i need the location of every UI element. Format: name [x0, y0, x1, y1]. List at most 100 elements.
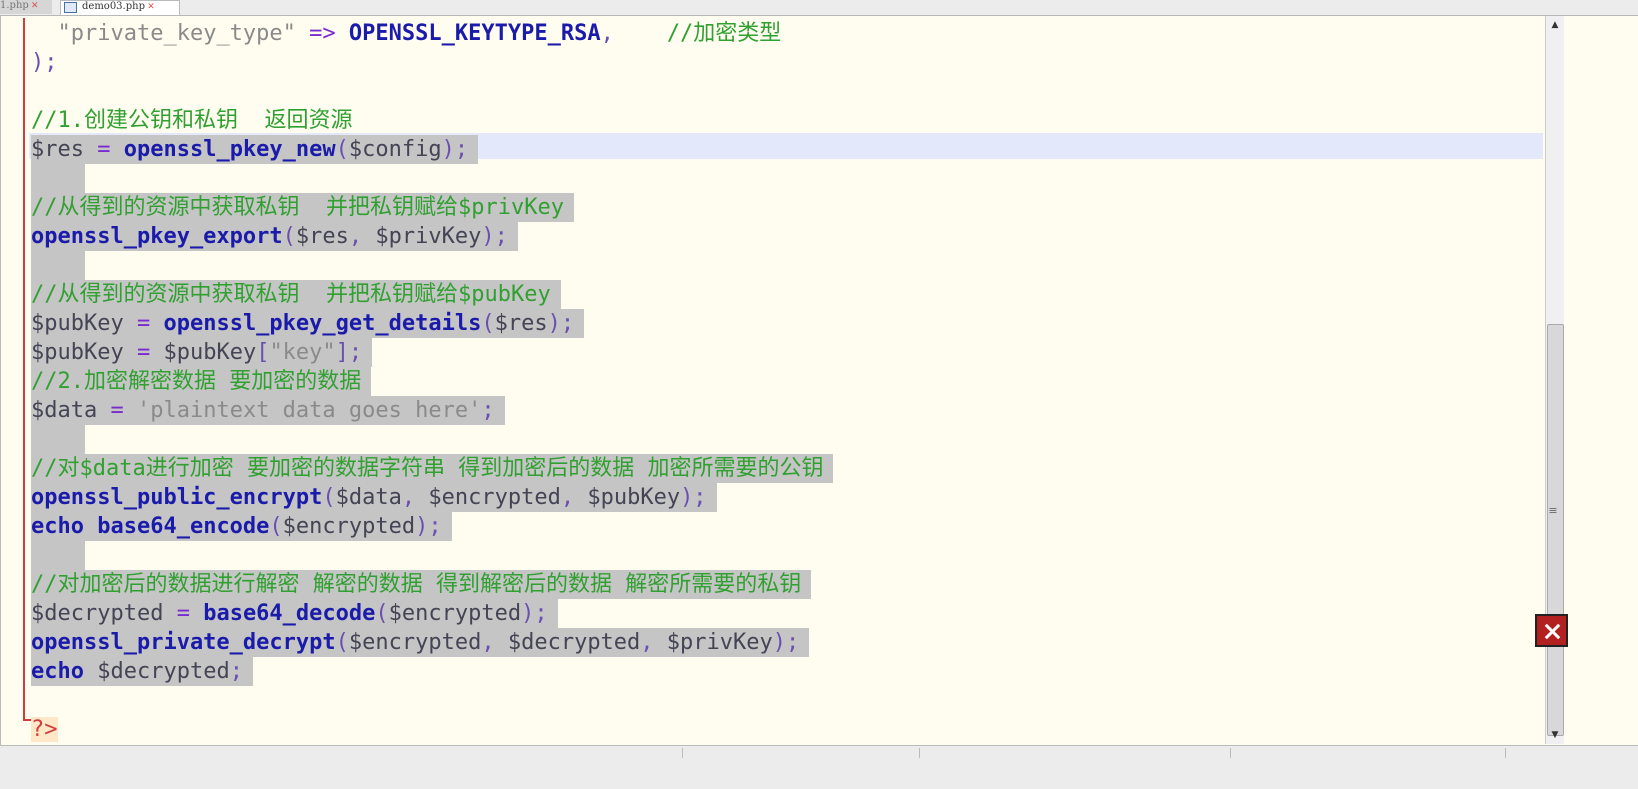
code-line[interactable]: //1.创建公钥和私钥 返回资源: [31, 106, 833, 135]
tab-label: demo03.php: [82, 1, 145, 12]
app-badge-icon[interactable]: [1535, 614, 1568, 647]
tab-bar: 1.php ✕ demo03.php ✕: [0, 0, 1638, 16]
code-line[interactable]: openssl_private_decrypt($encrypted, $dec…: [31, 628, 833, 657]
code-line-content: );: [31, 48, 68, 77]
code-token: $decrypted: [507, 630, 641, 655]
code-token: $res: [494, 311, 548, 336]
close-icon[interactable]: ✕: [145, 1, 157, 12]
code-line[interactable]: ?>: [31, 715, 833, 744]
arrow-up-icon[interactable]: ▲: [1546, 16, 1564, 34]
code-token: ;: [481, 398, 495, 423]
code-line[interactable]: [31, 425, 833, 454]
code-line[interactable]: $res = openssl_pkey_new($config);: [31, 135, 833, 164]
status-divider: [919, 748, 920, 758]
code-token: //从得到的资源中获取私钥 并把私钥赋给$pubKey: [31, 282, 551, 307]
code-line[interactable]: $pubKey = openssl_pkey_get_details($res)…: [31, 309, 833, 338]
code-line[interactable]: $decrypted = base64_decode($encrypted);: [31, 599, 833, 628]
code-line[interactable]: );: [31, 48, 833, 77]
code-token: ,: [401, 485, 429, 510]
code-line[interactable]: //从得到的资源中获取私钥 并把私钥赋给$pubKey: [31, 280, 833, 309]
code-token: 'plaintext data goes here': [136, 398, 482, 423]
code-token: $res: [31, 137, 84, 162]
code-line-content: $res = openssl_pkey_new($config);: [31, 135, 479, 164]
code-token: (: [269, 514, 283, 539]
code-token: $pubKey: [31, 340, 124, 365]
code-token: );: [31, 50, 58, 75]
code-line[interactable]: [31, 541, 833, 570]
code-token: $encrypted: [388, 601, 522, 626]
code-line-content: echo $decrypted;: [31, 657, 253, 686]
code-token: [: [256, 340, 270, 365]
code-line[interactable]: $data = 'plaintext data goes here';: [31, 396, 833, 425]
status-divider: [1505, 748, 1506, 758]
code-line-content: $data = 'plaintext data goes here';: [31, 396, 505, 425]
code-token: ,: [560, 485, 588, 510]
code-line-content: $pubKey = openssl_pkey_get_details($res)…: [31, 309, 585, 338]
code-token: =: [163, 601, 204, 626]
code-token: openssl_public_encrypt: [31, 485, 323, 510]
code-line-content: ?>: [31, 715, 68, 744]
tab-label: 1.php: [0, 0, 29, 11]
code-line[interactable]: $pubKey = $pubKey["key"];: [31, 338, 833, 367]
close-icon[interactable]: ✕: [29, 0, 41, 11]
code-line[interactable]: echo base64_encode($encrypted);: [31, 512, 833, 541]
code-line[interactable]: [31, 164, 833, 193]
code-token: $privKey: [375, 224, 482, 249]
code-line[interactable]: //对加密后的数据进行解密 解密的数据 得到解密后的数据 解密所需要的私钥: [31, 570, 833, 599]
code-lines[interactable]: "private_key_type" => OPENSSL_KEYTYPE_RS…: [31, 19, 834, 744]
scroll-thumb[interactable]: [1547, 324, 1564, 736]
code-line[interactable]: openssl_public_encrypt($data, $encrypted…: [31, 483, 833, 512]
code-token: $encrypted: [282, 514, 416, 539]
code-line[interactable]: [31, 251, 833, 280]
code-line-content: "private_key_type" => OPENSSL_KEYTYPE_RS…: [31, 19, 791, 48]
code-line[interactable]: //对$data进行加密 要加密的数据字符串 得到加密后的数据 加密所需要的公钥: [31, 454, 834, 483]
code-token: );: [441, 137, 469, 162]
code-token: );: [481, 224, 508, 249]
scroll-grip-icon: ≡: [1548, 504, 1558, 517]
code-token: $pubKey: [587, 485, 681, 510]
tab-file-1[interactable]: 1.php ✕: [0, 0, 52, 14]
code-line[interactable]: //从得到的资源中获取私钥 并把私钥赋给$privKey: [31, 193, 833, 222]
status-divider: [682, 748, 683, 758]
code-token: ,: [481, 630, 508, 655]
code-token: $data: [335, 485, 402, 510]
code-token: //1.创建公钥和私钥 返回资源: [31, 108, 353, 133]
code-token: =: [83, 137, 124, 162]
code-line-content: //从得到的资源中获取私钥 并把私钥赋给$pubKey: [31, 280, 561, 309]
code-token: $pubKey: [163, 340, 257, 365]
code-token: $data: [31, 398, 98, 423]
code-line-content: [31, 164, 85, 193]
code-token: //对$data进行加密 要加密的数据字符串 得到加密后的数据 加密所需要的公钥: [31, 456, 824, 481]
code-token: =>: [295, 21, 349, 46]
code-line-content: [31, 541, 85, 570]
code-line-content: //对$data进行加密 要加密的数据字符串 得到加密后的数据 加密所需要的公钥: [31, 454, 834, 483]
tab-demo03[interactable]: demo03.php ✕: [60, 0, 180, 15]
code-token: base64_decode: [203, 601, 376, 626]
code-token: openssl_pkey_new: [123, 137, 336, 162]
code-line[interactable]: openssl_pkey_export($res, $privKey);: [31, 222, 833, 251]
code-token: );: [680, 485, 707, 510]
code-token: $config: [348, 137, 442, 162]
php-file-icon: [64, 2, 77, 13]
code-token: base64_encode: [97, 514, 270, 539]
code-token: ;: [229, 659, 243, 684]
code-token: $encrypted: [428, 485, 561, 510]
code-line[interactable]: [31, 77, 833, 106]
code-token: $res: [295, 224, 349, 249]
code-token: (: [322, 485, 336, 510]
code-token: //从得到的资源中获取私钥 并把私钥赋给$privKey: [31, 195, 564, 220]
code-token: (: [481, 311, 495, 336]
code-line-content: openssl_private_decrypt($encrypted, $dec…: [31, 628, 810, 657]
code-token: (: [335, 137, 349, 162]
code-token: );: [415, 514, 442, 539]
code-line[interactable]: //2.加密解密数据 要加密的数据: [31, 367, 833, 396]
code-token: //2.加密解密数据 要加密的数据: [31, 369, 362, 394]
code-line[interactable]: "private_key_type" => OPENSSL_KEYTYPE_RS…: [31, 19, 833, 48]
code-editor[interactable]: "private_key_type" => OPENSSL_KEYTYPE_RS…: [0, 16, 1613, 776]
code-line[interactable]: echo $decrypted;: [31, 657, 833, 686]
code-token: $encrypted: [348, 630, 482, 655]
arrow-down-icon[interactable]: ▼: [1546, 726, 1564, 744]
code-line[interactable]: [31, 686, 833, 715]
code-line-content: openssl_public_encrypt($data, $encrypted…: [31, 483, 717, 512]
